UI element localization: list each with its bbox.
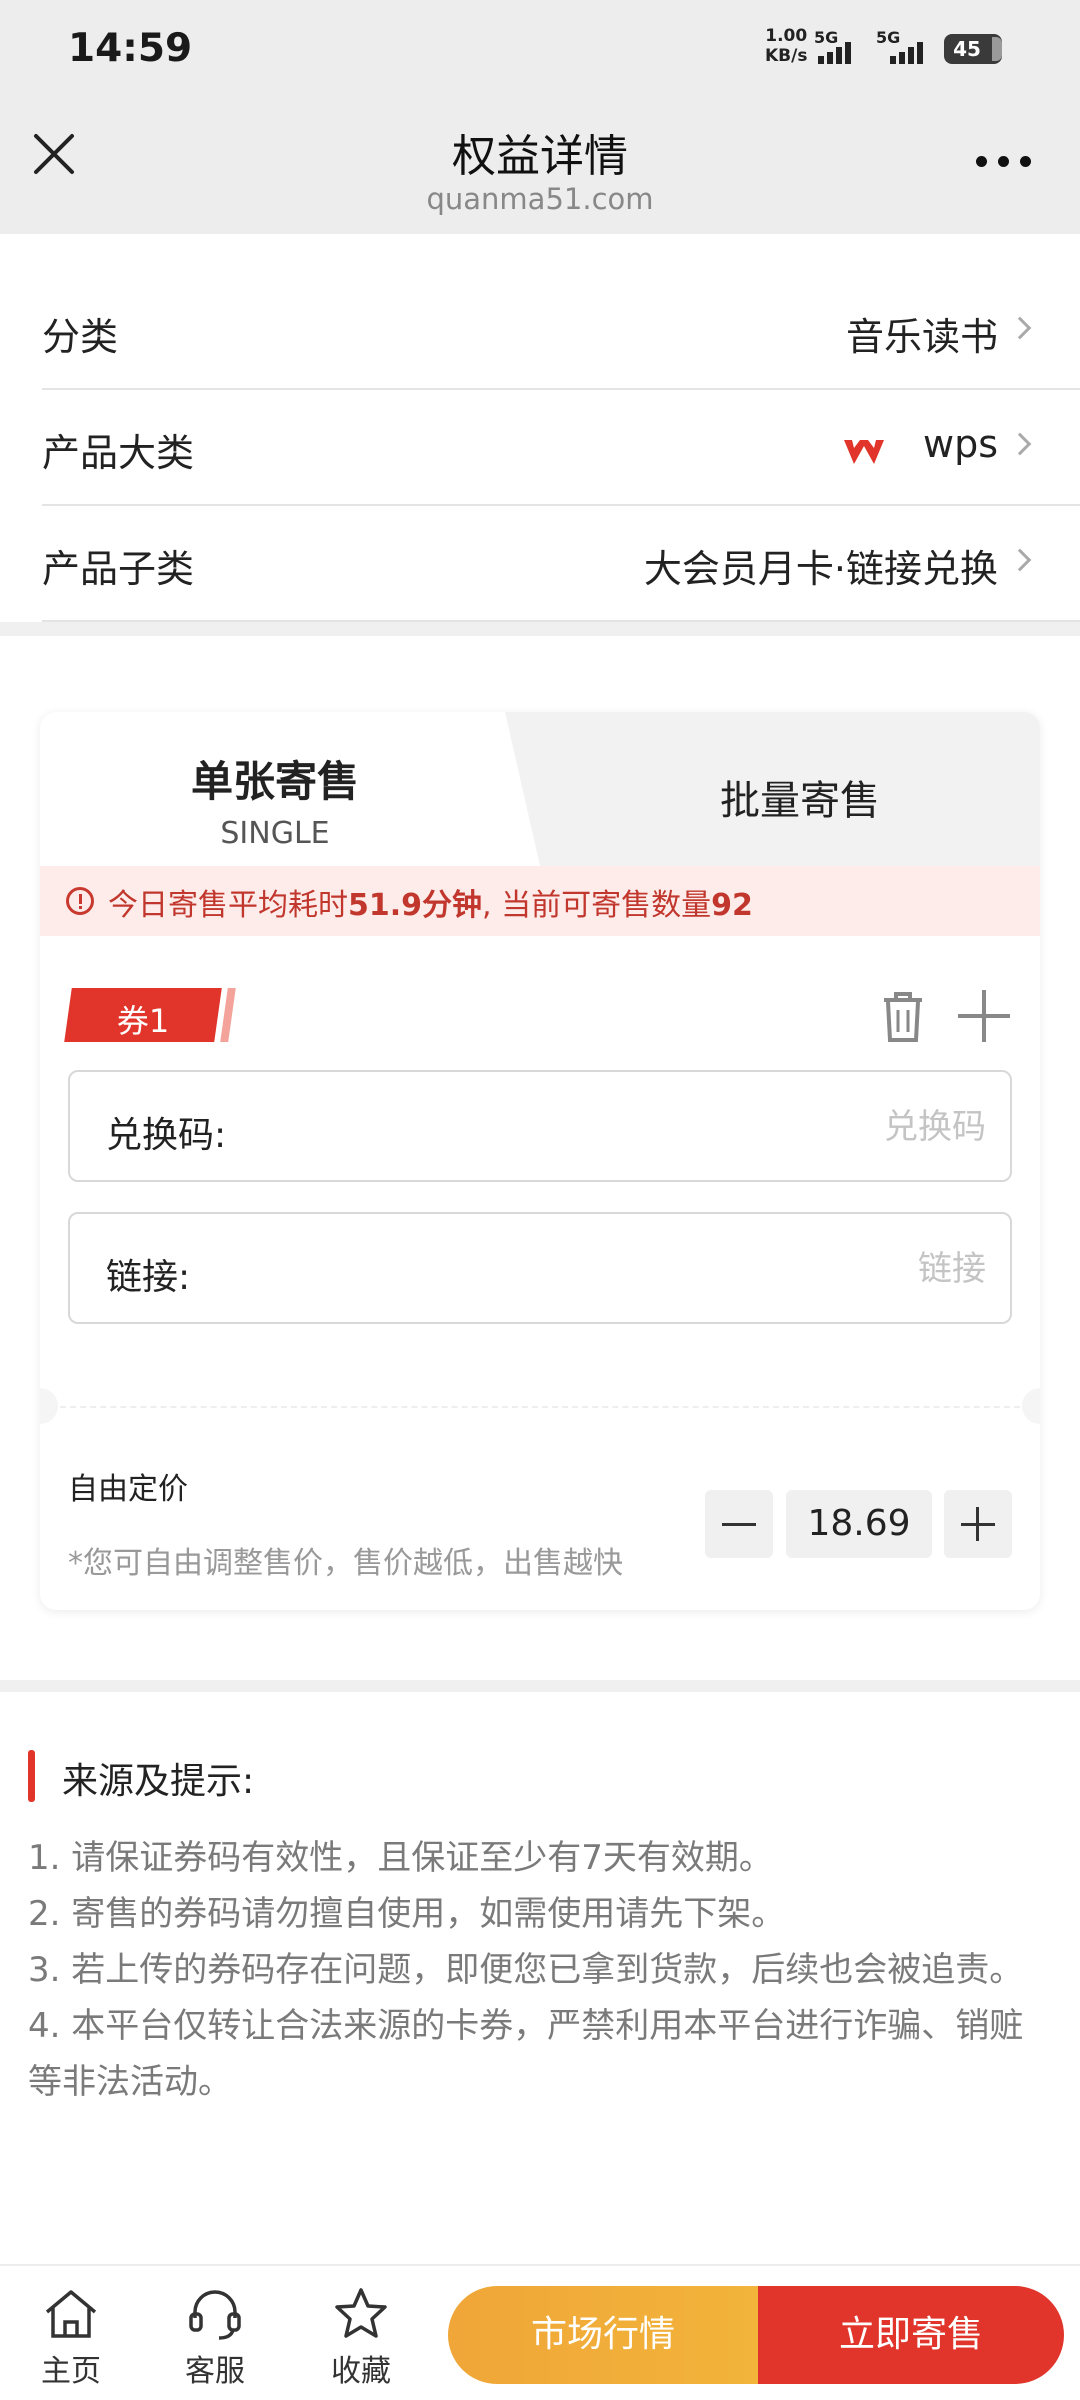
nav-service[interactable]: 客服 [160, 2286, 270, 2396]
consign-card: 单张寄售 SINGLE 批量寄售 今日寄售平均耗时51.9分钟, 当前可寄售数量… [40, 712, 1040, 1610]
price-plus-icon[interactable] [944, 1490, 1012, 1558]
section-divider [0, 622, 1080, 636]
row-product-type[interactable]: 产品大类 wps [42, 390, 1080, 506]
network-speed: 1.00 KB/s [765, 26, 807, 66]
page-title: 权益详情 [452, 131, 628, 182]
market-button[interactable]: 市场行情 [448, 2286, 758, 2384]
row-label: 产品大类 [42, 431, 195, 475]
row-label: 分类 [42, 315, 119, 359]
sell-now-button[interactable]: 立即寄售 [758, 2286, 1064, 2384]
notice-banner: 今日寄售平均耗时51.9分钟, 当前可寄售数量92 [40, 866, 1040, 936]
status-bar: 14:59 1.00 KB/s 5G 5G 45 [0, 0, 1080, 100]
page-subtitle: quanma51.com [426, 182, 654, 216]
tab-single-title: 单张寄售 [190, 757, 359, 806]
row-category[interactable]: 分类 音乐读书 [42, 274, 1080, 390]
network-speed-value: 1.00 [765, 26, 808, 46]
more-icon[interactable] [976, 156, 1032, 172]
tips-title: 来源及提示: [62, 1761, 255, 1802]
star-icon [335, 2288, 387, 2338]
home-icon [45, 2290, 97, 2338]
row-value: wps [923, 422, 998, 466]
signal-bars-icon [876, 42, 923, 64]
chevron-right-icon [1008, 432, 1032, 456]
price-label: 自由定价 [68, 1472, 188, 1507]
status-time: 14:59 [68, 26, 193, 71]
trash-icon[interactable] [878, 988, 928, 1044]
tips-list: 1. 请保证券码有效性，且保证至少有7天有效期。 2. 寄售的券码请勿擅自使用，… [28, 1830, 1056, 2110]
wps-logo [844, 440, 884, 464]
chevron-right-icon [1008, 548, 1032, 572]
card-notch [1022, 1388, 1040, 1424]
dashed-divider [40, 1406, 1040, 1408]
info-icon [66, 887, 94, 915]
code-input[interactable] [270, 1092, 986, 1162]
tab-batch[interactable]: 批量寄售 [560, 768, 1040, 826]
link-field[interactable]: 链接: [68, 1212, 1012, 1324]
price-input[interactable]: 18.69 [786, 1490, 932, 1558]
card-notch [40, 1388, 58, 1424]
network-speed-unit: KB/s [765, 46, 808, 66]
link-input[interactable] [270, 1234, 986, 1304]
tips-accent-bar [28, 1750, 35, 1802]
nav-header: 权益详情 quanma51.com [0, 100, 1080, 234]
link-label: 链接: [106, 1257, 191, 1298]
notice-text: 今日寄售平均耗时51.9分钟, 当前可寄售数量92 [108, 888, 753, 923]
signal-1-label: 5G [814, 28, 839, 47]
battery-icon: 45 [944, 34, 1002, 64]
tab-bar: 单张寄售 SINGLE 批量寄售 [40, 712, 1040, 866]
row-product-subtype[interactable]: 产品子类 大会员月卡·链接兑换 [42, 506, 1080, 622]
section-divider [0, 1680, 1080, 1692]
tip-item: 2. 寄售的券码请勿擅自使用，如需使用请先下架。 [28, 1894, 786, 1934]
code-field[interactable]: 兑换码: [68, 1070, 1012, 1182]
bottom-nav: 主页 客服 收藏 市场行情 立即寄售 [0, 2264, 1080, 2400]
coupon-tag: 券1 [64, 988, 236, 1042]
tab-single[interactable]: 单张寄售 SINGLE [40, 712, 540, 866]
price-hint: *您可自由调整售价，售价越低，出售越快 [68, 1546, 623, 1581]
tip-item: 4. 本平台仅转让合法来源的卡券，严禁利用本平台进行诈骗、销赃等非法活动。 [28, 2006, 1024, 2102]
nav-home[interactable]: 主页 [16, 2286, 126, 2396]
battery-level: 45 [953, 37, 981, 61]
plus-icon[interactable] [958, 990, 1010, 1042]
coupon-tag-label: 券1 [116, 1002, 170, 1040]
row-value: 音乐读书 [845, 315, 998, 359]
tab-single-subtitle: SINGLE [220, 816, 330, 851]
nav-service-label: 客服 [185, 2354, 245, 2389]
tip-item: 3. 若上传的券码存在问题，即便您已拿到货款，后续也会被追责。 [28, 1950, 1024, 1990]
nav-home-label: 主页 [41, 2354, 101, 2389]
signal-bars-icon [814, 42, 851, 64]
chevron-right-icon [1008, 316, 1032, 340]
headset-icon [189, 2290, 241, 2340]
nav-favorite-label: 收藏 [331, 2354, 391, 2389]
minus-icon[interactable] [705, 1490, 773, 1558]
tip-item: 1. 请保证券码有效性，且保证至少有7天有效期。 [28, 1838, 773, 1878]
nav-favorite[interactable]: 收藏 [306, 2286, 416, 2396]
row-value: 大会员月卡·链接兑换 [643, 547, 998, 591]
row-label: 产品子类 [42, 547, 195, 591]
signal-2-label: 5G [876, 28, 901, 47]
code-label: 兑换码: [106, 1115, 227, 1156]
